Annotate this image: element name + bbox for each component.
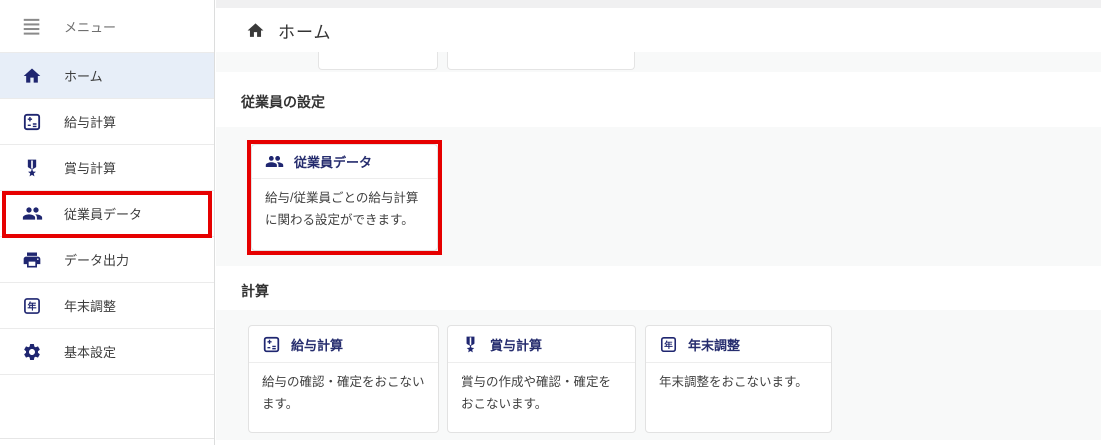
- sidebar-item-home[interactable]: ホーム: [0, 53, 214, 99]
- sidebar-item-bonus[interactable]: 賞与計算: [0, 145, 214, 191]
- sidebar-item-basic-settings[interactable]: 基本設定: [0, 329, 214, 375]
- sidebar-item-payroll[interactable]: 給与計算: [0, 99, 214, 145]
- card-header: 年 年末調整: [646, 326, 831, 363]
- people-icon: [21, 203, 43, 225]
- sidebar-item-label: メニュー: [64, 19, 117, 35]
- sidebar: メニュー ホーム 給与計算 賞与計算 従業員データ データ出力 年 年末調整 基…: [0, 0, 215, 445]
- partial-card[interactable]: [447, 52, 635, 70]
- card-header: 従業員データ: [252, 145, 437, 179]
- top-strip: [216, 0, 1101, 8]
- home-icon: [246, 21, 265, 40]
- sidebar-item-label: データ出力: [64, 253, 130, 268]
- menu-icon: [21, 15, 43, 37]
- printer-icon: [21, 249, 43, 271]
- sidebar-item-label: 給与計算: [64, 115, 117, 130]
- app-window: メニュー ホーム 給与計算 賞与計算 従業員データ データ出力 年 年末調整 基…: [0, 0, 1101, 445]
- card-bonus[interactable]: 賞与計算 賞与の作成や確認・確定をおこないます。: [447, 325, 636, 433]
- card-year-end-adjustment[interactable]: 年 年末調整 年末調整をおこないます。: [645, 325, 832, 433]
- sidebar-item-label: 基本設定: [64, 345, 117, 360]
- year-icon: 年: [21, 295, 43, 317]
- sidebar-item-label: ホーム: [64, 69, 103, 84]
- card-payroll[interactable]: 給与計算 給与の確認・確定をおこないます。: [248, 325, 439, 433]
- section-title-calculation: 計算: [241, 283, 269, 299]
- sidebar-menu-toggle[interactable]: メニュー: [0, 0, 214, 53]
- card-description: 給与の確認・確定をおこないます。: [262, 375, 425, 411]
- calculator-icon: [21, 111, 43, 133]
- sidebar-item-label: 賞与計算: [64, 161, 117, 176]
- page-header: ホーム: [216, 8, 1101, 52]
- main-content: ホーム 従業員の設定 従業員データ 給与/従業員ごとの給与計算に関わる設定ができ…: [216, 0, 1101, 445]
- section-title-employee-settings: 従業員の設定: [241, 94, 325, 110]
- svg-text:年: 年: [27, 300, 36, 311]
- card-header: 賞与計算: [448, 326, 635, 363]
- medal-icon: [461, 335, 480, 354]
- card-employee-data[interactable]: 従業員データ 給与/従業員ごとの給与計算に関わる設定ができます。: [251, 144, 438, 251]
- card-description: 給与/従業員ごとの給与計算に関わる設定ができます。: [265, 191, 419, 227]
- card-title: 年末調整: [688, 337, 741, 353]
- sidebar-item-employee-data[interactable]: 従業員データ: [0, 191, 214, 237]
- home-icon: [21, 65, 43, 87]
- medal-icon: [21, 157, 43, 179]
- sidebar-item-label: 年末調整: [64, 299, 117, 314]
- card-description: 賞与の作成や確認・確定をおこないます。: [461, 375, 612, 411]
- svg-text:年: 年: [664, 338, 673, 349]
- sidebar-divider: [0, 438, 214, 439]
- page-title: ホーム: [278, 22, 332, 42]
- sidebar-item-data-output[interactable]: データ出力: [0, 237, 214, 283]
- card-header: 給与計算: [249, 326, 438, 363]
- sidebar-item-label: 従業員データ: [64, 207, 143, 222]
- card-title: 給与計算: [291, 337, 344, 353]
- calculator-icon: [262, 335, 281, 354]
- gear-icon: [21, 341, 43, 363]
- partial-card[interactable]: [318, 52, 438, 70]
- card-description: 年末調整をおこないます。: [659, 375, 808, 389]
- section-band-partial: [216, 52, 1101, 72]
- card-title: 従業員データ: [294, 155, 373, 170]
- sidebar-item-year-end-adjustment[interactable]: 年 年末調整: [0, 283, 214, 329]
- year-icon: 年: [659, 335, 678, 354]
- card-title: 賞与計算: [490, 337, 543, 353]
- people-icon: [265, 152, 284, 171]
